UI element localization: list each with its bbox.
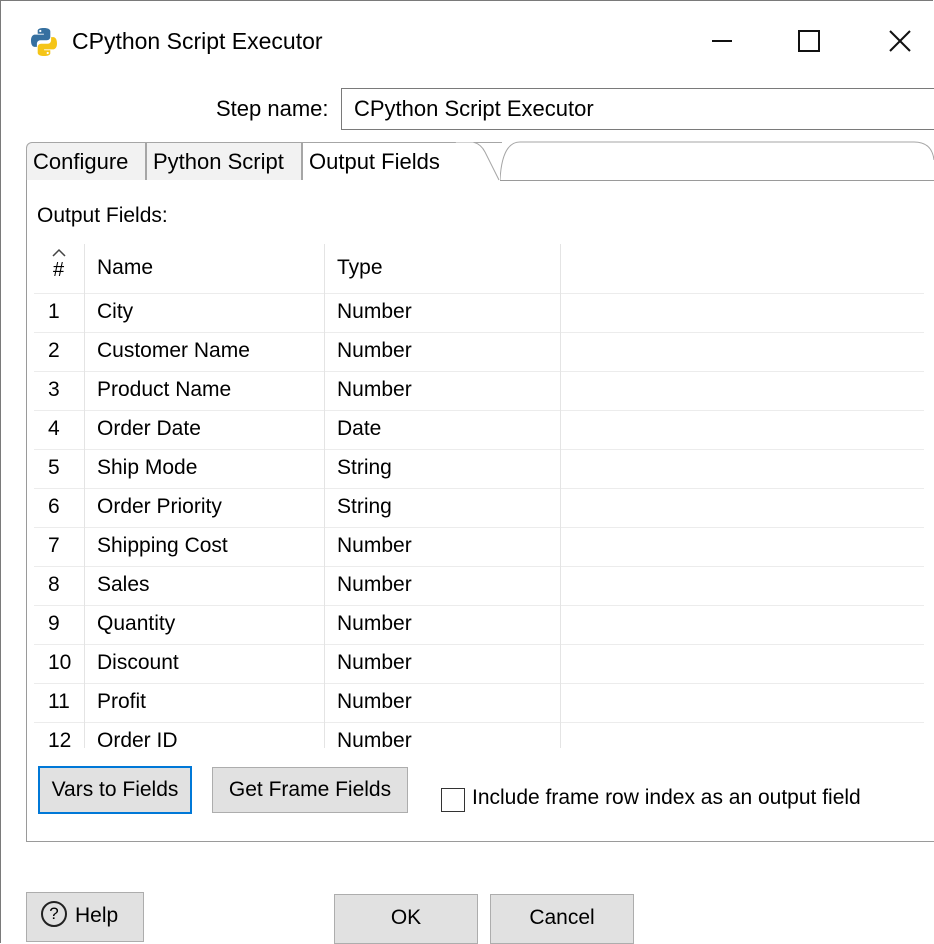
table-row[interactable]: 10 Discount Number	[34, 643, 924, 682]
field-type-cell[interactable]: Number	[337, 293, 412, 331]
step-name-label: Step name:	[216, 96, 329, 121]
row-divider	[34, 605, 924, 606]
field-name-cell[interactable]: Product Name	[97, 371, 231, 409]
title-bar[interactable]: CPython Script Executor	[0, 0, 934, 82]
column-header-name[interactable]: Name	[97, 244, 153, 292]
close-button[interactable]	[868, 14, 932, 68]
row-number[interactable]: 1	[34, 293, 84, 331]
row-divider	[34, 371, 924, 372]
row-number[interactable]: 11	[34, 683, 84, 721]
include-row-index-checkbox[interactable]	[441, 788, 465, 812]
vars-to-fields-button[interactable]: Vars to Fields	[38, 766, 192, 814]
field-name-cell[interactable]: Order ID	[97, 722, 178, 760]
field-type-cell[interactable]: Number	[337, 371, 412, 409]
ok-button[interactable]: OK	[334, 894, 478, 944]
row-divider	[34, 644, 924, 645]
table-row[interactable]: 8 Sales Number	[34, 565, 924, 604]
field-name-cell[interactable]: Quantity	[97, 605, 175, 643]
table-row[interactable]: 7 Shipping Cost Number	[34, 526, 924, 565]
row-number[interactable]: 4	[34, 410, 84, 448]
output-fields-label: Output Fields:	[37, 204, 168, 227]
field-name-cell[interactable]: Shipping Cost	[97, 527, 228, 565]
field-name-cell[interactable]: Discount	[97, 644, 179, 682]
row-divider	[34, 449, 924, 450]
minimize-icon	[712, 40, 732, 42]
table-row[interactable]: 6 Order Priority String	[34, 487, 924, 526]
table-row[interactable]: 9 Quantity Number	[34, 604, 924, 643]
table-row[interactable]: 4 Order Date Date	[34, 409, 924, 448]
table-row[interactable]: 5 Ship Mode String	[34, 448, 924, 487]
field-name-cell[interactable]: Customer Name	[97, 332, 250, 370]
row-number[interactable]: 12	[34, 722, 84, 760]
table-row[interactable]: 1 City Number	[34, 292, 924, 331]
row-number[interactable]: 9	[34, 605, 84, 643]
help-icon: ?	[41, 901, 67, 928]
row-number[interactable]: 8	[34, 566, 84, 604]
table-body: 1 City Number 2 Customer Name Number 3 Product …	[34, 292, 924, 760]
tab-edge-decoration	[455, 142, 500, 181]
row-number[interactable]: 3	[34, 371, 84, 409]
maximize-icon	[798, 30, 820, 52]
row-number[interactable]: 2	[34, 332, 84, 370]
output-fields-table: # Name Type 1 City Number 2 Customer Name Num…	[34, 244, 924, 760]
row-number[interactable]: 5	[34, 449, 84, 487]
sort-ascending-icon	[52, 248, 66, 257]
help-button-label: Help	[75, 904, 119, 927]
field-type-cell[interactable]: Number	[337, 644, 412, 682]
table-row[interactable]: 12 Order ID Number	[34, 721, 924, 760]
row-divider	[34, 566, 924, 567]
cancel-button[interactable]: Cancel	[490, 894, 634, 944]
tab-python-script[interactable]: Python Script	[146, 142, 302, 180]
field-type-cell[interactable]: String	[337, 488, 392, 526]
row-divider	[34, 527, 924, 528]
field-name-cell[interactable]: Profit	[97, 683, 146, 721]
table-row[interactable]: 3 Product Name Number	[34, 370, 924, 409]
get-frame-fields-button[interactable]: Get Frame Fields	[212, 767, 408, 813]
row-divider	[34, 683, 924, 684]
row-number[interactable]: 7	[34, 527, 84, 565]
row-number[interactable]: 10	[34, 644, 84, 682]
field-type-cell[interactable]: Number	[337, 566, 412, 604]
python-logo-icon	[31, 28, 58, 56]
row-divider	[34, 332, 924, 333]
include-row-index-label: Include frame row index as an output fie…	[472, 786, 861, 809]
column-header-type[interactable]: Type	[337, 244, 383, 292]
table-row[interactable]: 2 Customer Name Number	[34, 331, 924, 370]
table-row[interactable]: 11 Profit Number	[34, 682, 924, 721]
field-name-cell[interactable]: City	[97, 293, 133, 331]
tab-strip-border	[500, 141, 934, 181]
row-divider	[34, 293, 924, 294]
field-name-cell[interactable]: Ship Mode	[97, 449, 197, 487]
row-divider	[34, 488, 924, 489]
help-button[interactable]: ? Help	[26, 892, 144, 942]
field-name-cell[interactable]: Order Priority	[97, 488, 222, 526]
table-header: # Name Type	[34, 244, 924, 292]
field-type-cell[interactable]: Date	[337, 410, 381, 448]
field-name-cell[interactable]: Sales	[97, 566, 150, 604]
field-type-cell[interactable]: Number	[337, 683, 412, 721]
row-divider	[34, 410, 924, 411]
column-header-number[interactable]: #	[34, 244, 84, 292]
field-type-cell[interactable]: String	[337, 449, 392, 487]
column-header-number-label: #	[53, 259, 65, 281]
field-type-cell[interactable]: Number	[337, 722, 412, 760]
minimize-button[interactable]	[690, 14, 754, 68]
window-title: CPython Script Executor	[72, 28, 323, 54]
close-icon	[889, 30, 911, 52]
field-name-cell[interactable]: Order Date	[97, 410, 201, 448]
row-divider	[34, 722, 924, 723]
column-divider	[324, 244, 325, 748]
column-divider	[84, 244, 85, 748]
maximize-button[interactable]	[777, 14, 841, 68]
field-type-cell[interactable]: Number	[337, 605, 412, 643]
step-name-input[interactable]: CPython Script Executor	[341, 88, 934, 130]
row-number[interactable]: 6	[34, 488, 84, 526]
column-divider	[560, 244, 561, 748]
field-type-cell[interactable]: Number	[337, 332, 412, 370]
field-type-cell[interactable]: Number	[337, 527, 412, 565]
tab-configure[interactable]: Configure	[26, 142, 146, 180]
